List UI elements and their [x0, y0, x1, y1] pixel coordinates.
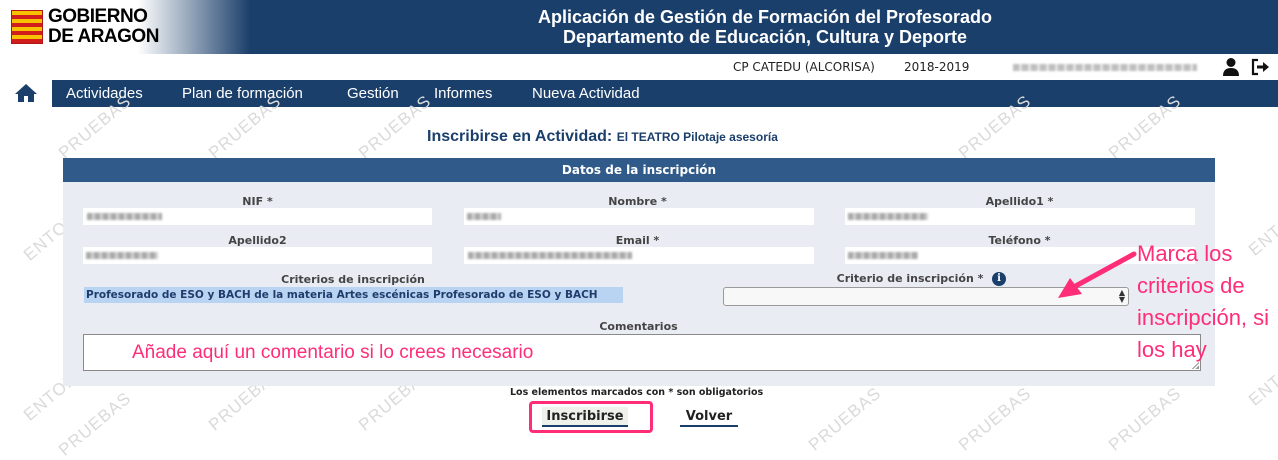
email-redacted — [468, 252, 632, 259]
comment-annotation: Añade aquí un comentario si lo crees nec… — [132, 342, 534, 363]
apellido1-label: Apellido1 * — [985, 195, 1054, 208]
criterios-label: Criterios de inscripción — [281, 273, 425, 286]
telefono-label: Teléfono * — [988, 234, 1051, 247]
apellido2-field[interactable] — [83, 247, 432, 264]
info-icon[interactable]: i — [992, 272, 1006, 286]
criterios-value: Profesorado de ESO y BACH de la materia … — [84, 287, 623, 303]
apellido1-field[interactable] — [845, 208, 1195, 225]
center-name: CP CATEDU (ALCORISA) — [733, 60, 875, 74]
nav-informes[interactable]: Informes — [434, 85, 492, 102]
apellido2-label: Apellido2 — [228, 234, 287, 247]
criterio-label: Criterio de inscripción * — [836, 272, 984, 285]
required-fields-note: Los elementos marcados con * son obligat… — [510, 387, 764, 398]
nif-label: NIF * — [242, 195, 273, 208]
course-year: 2018-2019 — [904, 60, 970, 74]
app-title-line2: Departamento de Educación, Cultura y Dep… — [562, 27, 968, 47]
nav-nueva-actividad[interactable]: Nueva Actividad — [532, 85, 640, 102]
gobierno-aragon-logo: GOBIERNO DE ARAGON — [48, 6, 159, 47]
criteria-annotation: Marca los criterios de inscripción, si l… — [1137, 241, 1270, 362]
app-header: GOBIERNO DE ARAGON Aplicación de Gestión… — [0, 0, 1278, 54]
user-name-redacted — [1013, 64, 1197, 71]
apellido1-redacted — [848, 213, 928, 220]
home-tab[interactable] — [0, 80, 52, 107]
volver-button[interactable]: Volver — [680, 407, 738, 427]
nav-actividades[interactable]: Actividades — [66, 85, 143, 102]
logout-icon[interactable] — [1250, 58, 1270, 76]
main-nav: Actividades Plan de formación Gestión In… — [0, 80, 1278, 107]
email-field[interactable] — [464, 247, 814, 264]
inscribirse-button[interactable]: Inscribirse — [542, 407, 628, 427]
telefono-redacted — [848, 252, 918, 259]
nav-gestion[interactable]: Gestión — [347, 85, 399, 102]
activity-name: El TEATRO Pilotaje asesoría — [616, 130, 778, 144]
info-bar: CP CATEDU (ALCORISA) 2018-2019 — [0, 54, 1278, 80]
nav-plan-de-formacion[interactable]: Plan de formación — [182, 85, 303, 102]
page-title: Inscribirse en Actividad: El TEATRO Pilo… — [427, 128, 778, 145]
logo-area: GOBIERNO DE ARAGON — [0, 0, 250, 54]
nif-field[interactable] — [83, 208, 432, 225]
nombre-label: Nombre * — [608, 195, 667, 208]
nif-redacted — [87, 213, 162, 220]
nombre-field[interactable] — [464, 208, 814, 225]
section-header: Datos de la inscripción — [63, 158, 1215, 182]
user-icon[interactable] — [1222, 57, 1240, 77]
comentarios-label: Comentarios — [599, 320, 678, 333]
home-icon — [15, 84, 37, 102]
annotation-arrow-icon — [1058, 251, 1137, 298]
email-label: Email * — [615, 234, 660, 247]
nombre-redacted — [467, 213, 501, 220]
aragon-flag-icon — [11, 10, 43, 44]
app-title: Aplicación de Gestión de Formación del P… — [480, 7, 1050, 47]
apellido2-redacted — [86, 252, 158, 259]
app-title-line1: Aplicación de Gestión de Formación del P… — [537, 7, 993, 27]
